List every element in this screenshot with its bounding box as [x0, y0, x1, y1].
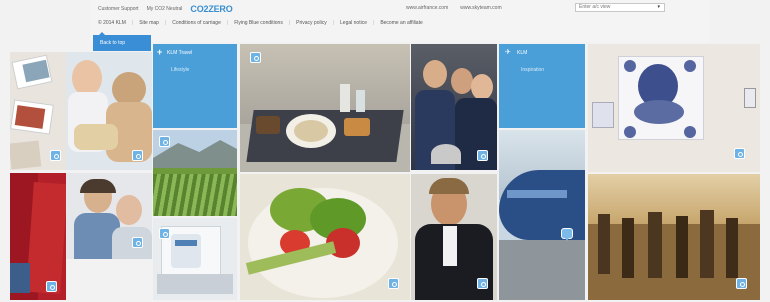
chevron-down-icon: ▾	[657, 4, 660, 10]
tile-magazines[interactable]	[10, 52, 66, 170]
chat-icon[interactable]	[561, 228, 573, 241]
tile-info-icon[interactable]	[132, 237, 143, 248]
nav-legal-notice[interactable]: Legal notice	[340, 20, 367, 26]
tile-info-icon[interactable]	[159, 136, 170, 147]
tile-delft-portrait[interactable]	[588, 44, 760, 172]
tile-vineyard[interactable]	[153, 130, 237, 216]
tile-mug[interactable]	[153, 218, 237, 300]
tile-info-icon[interactable]	[477, 278, 488, 289]
co2-neutral-link[interactable]: My CO2 Neutral	[147, 6, 183, 12]
tile-historic-photo[interactable]	[588, 174, 760, 300]
view-select-value: Enter a/c view	[579, 4, 611, 10]
tile-info-icon[interactable]	[159, 228, 170, 239]
tile-airplane[interactable]	[499, 130, 585, 300]
co2zero-logo[interactable]: CO2ZERO	[190, 4, 232, 14]
view-select[interactable]: Enter a/c view ▾	[575, 3, 665, 12]
tile-info-icon[interactable]	[736, 278, 747, 289]
tile-red-books[interactable]	[10, 173, 66, 300]
tile-salad[interactable]	[240, 174, 410, 300]
tile-title: KLM	[517, 50, 528, 56]
plus-icon: +	[157, 47, 163, 57]
tile-info-icon[interactable]	[388, 278, 399, 289]
tile-subtitle: Inspiration	[521, 67, 545, 73]
tile-info-icon[interactable]	[132, 150, 143, 161]
airfrance-link[interactable]: www.airfrance.com	[406, 5, 448, 11]
nav-become-affiliate[interactable]: Become an affiliate	[380, 20, 422, 26]
utility-links: Customer Support My CO2 Neutral CO2ZERO	[98, 4, 233, 14]
site-footer-bar: Customer Support My CO2 Neutral CO2ZERO …	[90, 0, 710, 42]
tile-subtitle: Lifestyle	[171, 67, 190, 73]
nav-site-map[interactable]: Site map	[139, 20, 159, 26]
nav-conditions-of-carriage[interactable]: Conditions of carriage	[172, 20, 221, 26]
skyteam-link[interactable]: www.skyteam.com	[460, 5, 501, 11]
tile-businessman[interactable]	[411, 174, 497, 300]
tile-info-icon[interactable]	[477, 150, 488, 161]
legal-nav: © 2014 KLM | Site map | Conditions of carr…	[98, 20, 423, 26]
plane-icon: ✈	[505, 49, 511, 56]
tile-info-icon[interactable]	[50, 150, 61, 161]
tile-child-teddy[interactable]	[66, 52, 152, 170]
nav-copyright: © 2014 KLM	[98, 20, 126, 26]
customer-support-link[interactable]: Customer Support	[98, 6, 139, 12]
tile-headset-passengers[interactable]	[66, 173, 152, 259]
tile-blue-inspiration[interactable]: ✈ KLM Inspiration	[499, 44, 585, 128]
back-to-top-button[interactable]: Back to top	[93, 32, 151, 51]
partner-links: www.airfrance.com www.skyteam.com	[406, 5, 502, 11]
tile-info-icon[interactable]	[734, 148, 745, 159]
nav-privacy-policy[interactable]: Privacy policy	[296, 20, 327, 26]
tile-blue-travel[interactable]: + KLM Travel Lifestyle	[153, 44, 237, 128]
tile-info-icon[interactable]	[250, 52, 261, 63]
tile-title: KLM Travel	[167, 50, 193, 56]
tile-info-icon[interactable]	[46, 281, 57, 292]
nav-flying-blue-conditions[interactable]: Flying Blue conditions	[234, 20, 283, 26]
tile-meal-tray[interactable]	[240, 44, 410, 172]
tile-crew[interactable]	[411, 44, 497, 170]
